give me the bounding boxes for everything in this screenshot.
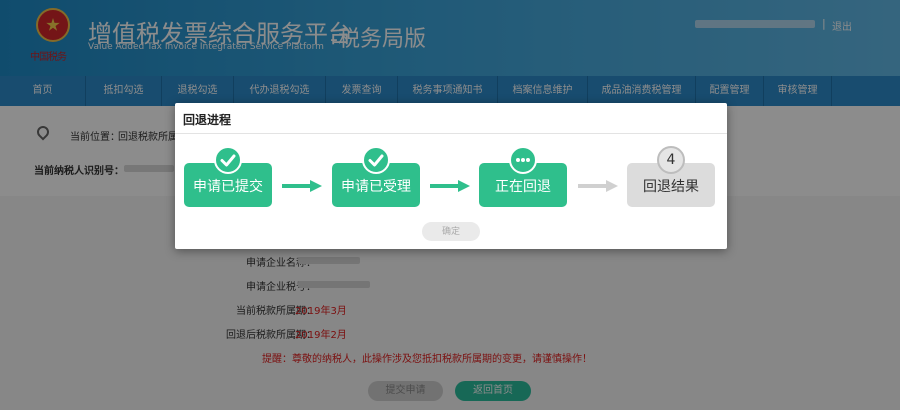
rollback-progress-dialog: 回退进程 申请已提交 申请已受理 正在回退 回退结果 4 确定 — [175, 103, 727, 249]
step-label: 申请已受理 — [341, 179, 411, 195]
dialog-title: 回退进程 — [183, 113, 232, 127]
ellipsis-icon — [509, 146, 537, 174]
step-number-badge: 4 — [657, 146, 685, 174]
step-label: 申请已提交 — [193, 179, 263, 195]
check-icon — [214, 146, 242, 174]
step-label: 正在回退 — [495, 179, 551, 195]
dialog-divider — [175, 133, 727, 134]
check-icon — [362, 146, 390, 174]
arrow-right-icon — [578, 180, 618, 192]
arrow-right-icon — [430, 180, 470, 192]
step-label: 回退结果 — [643, 179, 699, 195]
arrow-right-icon — [282, 180, 322, 192]
confirm-button[interactable]: 确定 — [422, 222, 480, 241]
